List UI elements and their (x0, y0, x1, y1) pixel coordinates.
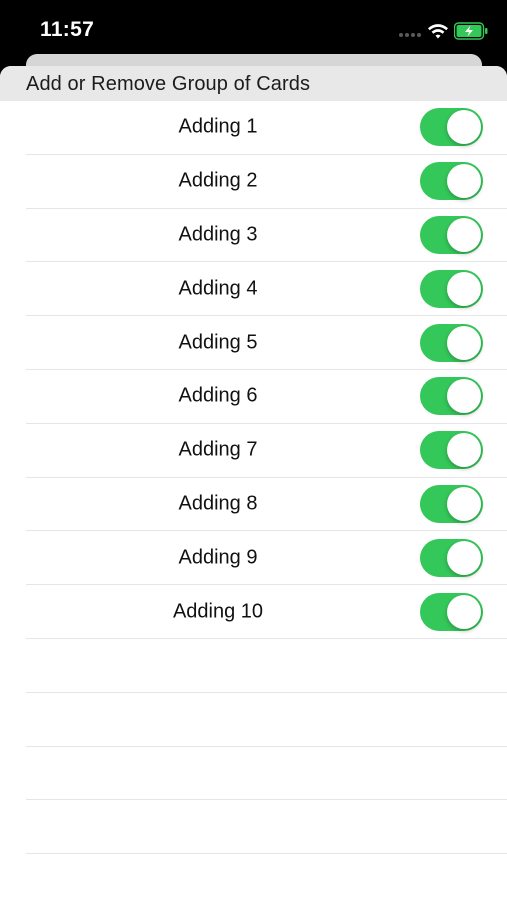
signal-dots-icon (399, 33, 421, 37)
row-label: Adding 2 (178, 169, 258, 192)
list-row: Adding 10 (26, 585, 507, 639)
row-label: Adding 6 (178, 384, 258, 407)
list-row: Adding 3 (26, 209, 507, 263)
row-label: Adding 4 (178, 277, 258, 300)
list-row: Adding 8 (26, 478, 507, 532)
section-header-title: Add or Remove Group of Cards (26, 73, 311, 95)
toggle-knob (447, 594, 481, 629)
battery-charging-icon (454, 22, 488, 40)
row-label: Adding 5 (178, 331, 258, 354)
list-row: Adding 5 (26, 316, 507, 370)
toggle-switch[interactable] (420, 269, 483, 308)
empty-row (26, 693, 507, 747)
row-label: Adding 8 (178, 492, 258, 515)
toggle-knob (447, 486, 481, 521)
row-label: Adding 9 (178, 546, 258, 569)
wifi-icon (428, 24, 448, 39)
row-label: Adding 7 (178, 438, 258, 461)
toggle-knob (447, 325, 481, 360)
toggle-switch[interactable] (420, 431, 483, 470)
row-label: Adding 1 (178, 115, 258, 138)
toggle-knob (447, 217, 481, 252)
toggle-switch[interactable] (420, 323, 483, 362)
row-label: Adding 10 (172, 600, 264, 623)
toggle-switch[interactable] (420, 484, 483, 523)
toggle-knob (447, 164, 481, 199)
card-group-sheet: Add or Remove Group of Cards Adding 1 Ad… (0, 66, 507, 900)
toggle-switch[interactable] (420, 538, 483, 577)
toggle-knob (447, 540, 481, 575)
list-row: Adding 2 (26, 155, 507, 209)
empty-row (26, 800, 507, 855)
toggle-knob (447, 110, 481, 145)
list-row: Adding 7 (26, 424, 507, 478)
toggle-switch[interactable] (420, 108, 483, 147)
list-row: Adding 6 (26, 370, 507, 424)
toggle-knob (447, 433, 481, 468)
row-label: Adding 3 (178, 223, 258, 246)
section-header: Add or Remove Group of Cards (0, 66, 507, 101)
empty-row (26, 747, 507, 801)
toggle-knob (447, 271, 481, 306)
empty-row (26, 639, 507, 693)
toggle-switch[interactable] (420, 592, 483, 631)
status-bar: 11:57 (0, 0, 507, 62)
list-row: Adding 1 (26, 101, 507, 155)
status-time: 11:57 (40, 18, 95, 41)
toggle-knob (447, 379, 481, 414)
list-row: Adding 4 (26, 262, 507, 317)
toggle-switch[interactable] (420, 162, 483, 201)
card-group-list: Adding 1 Adding 2 Adding 3 Adding 4 Addi… (0, 101, 507, 855)
toggle-switch[interactable] (420, 215, 483, 254)
list-row: Adding 9 (26, 531, 507, 586)
toggle-switch[interactable] (420, 377, 483, 416)
